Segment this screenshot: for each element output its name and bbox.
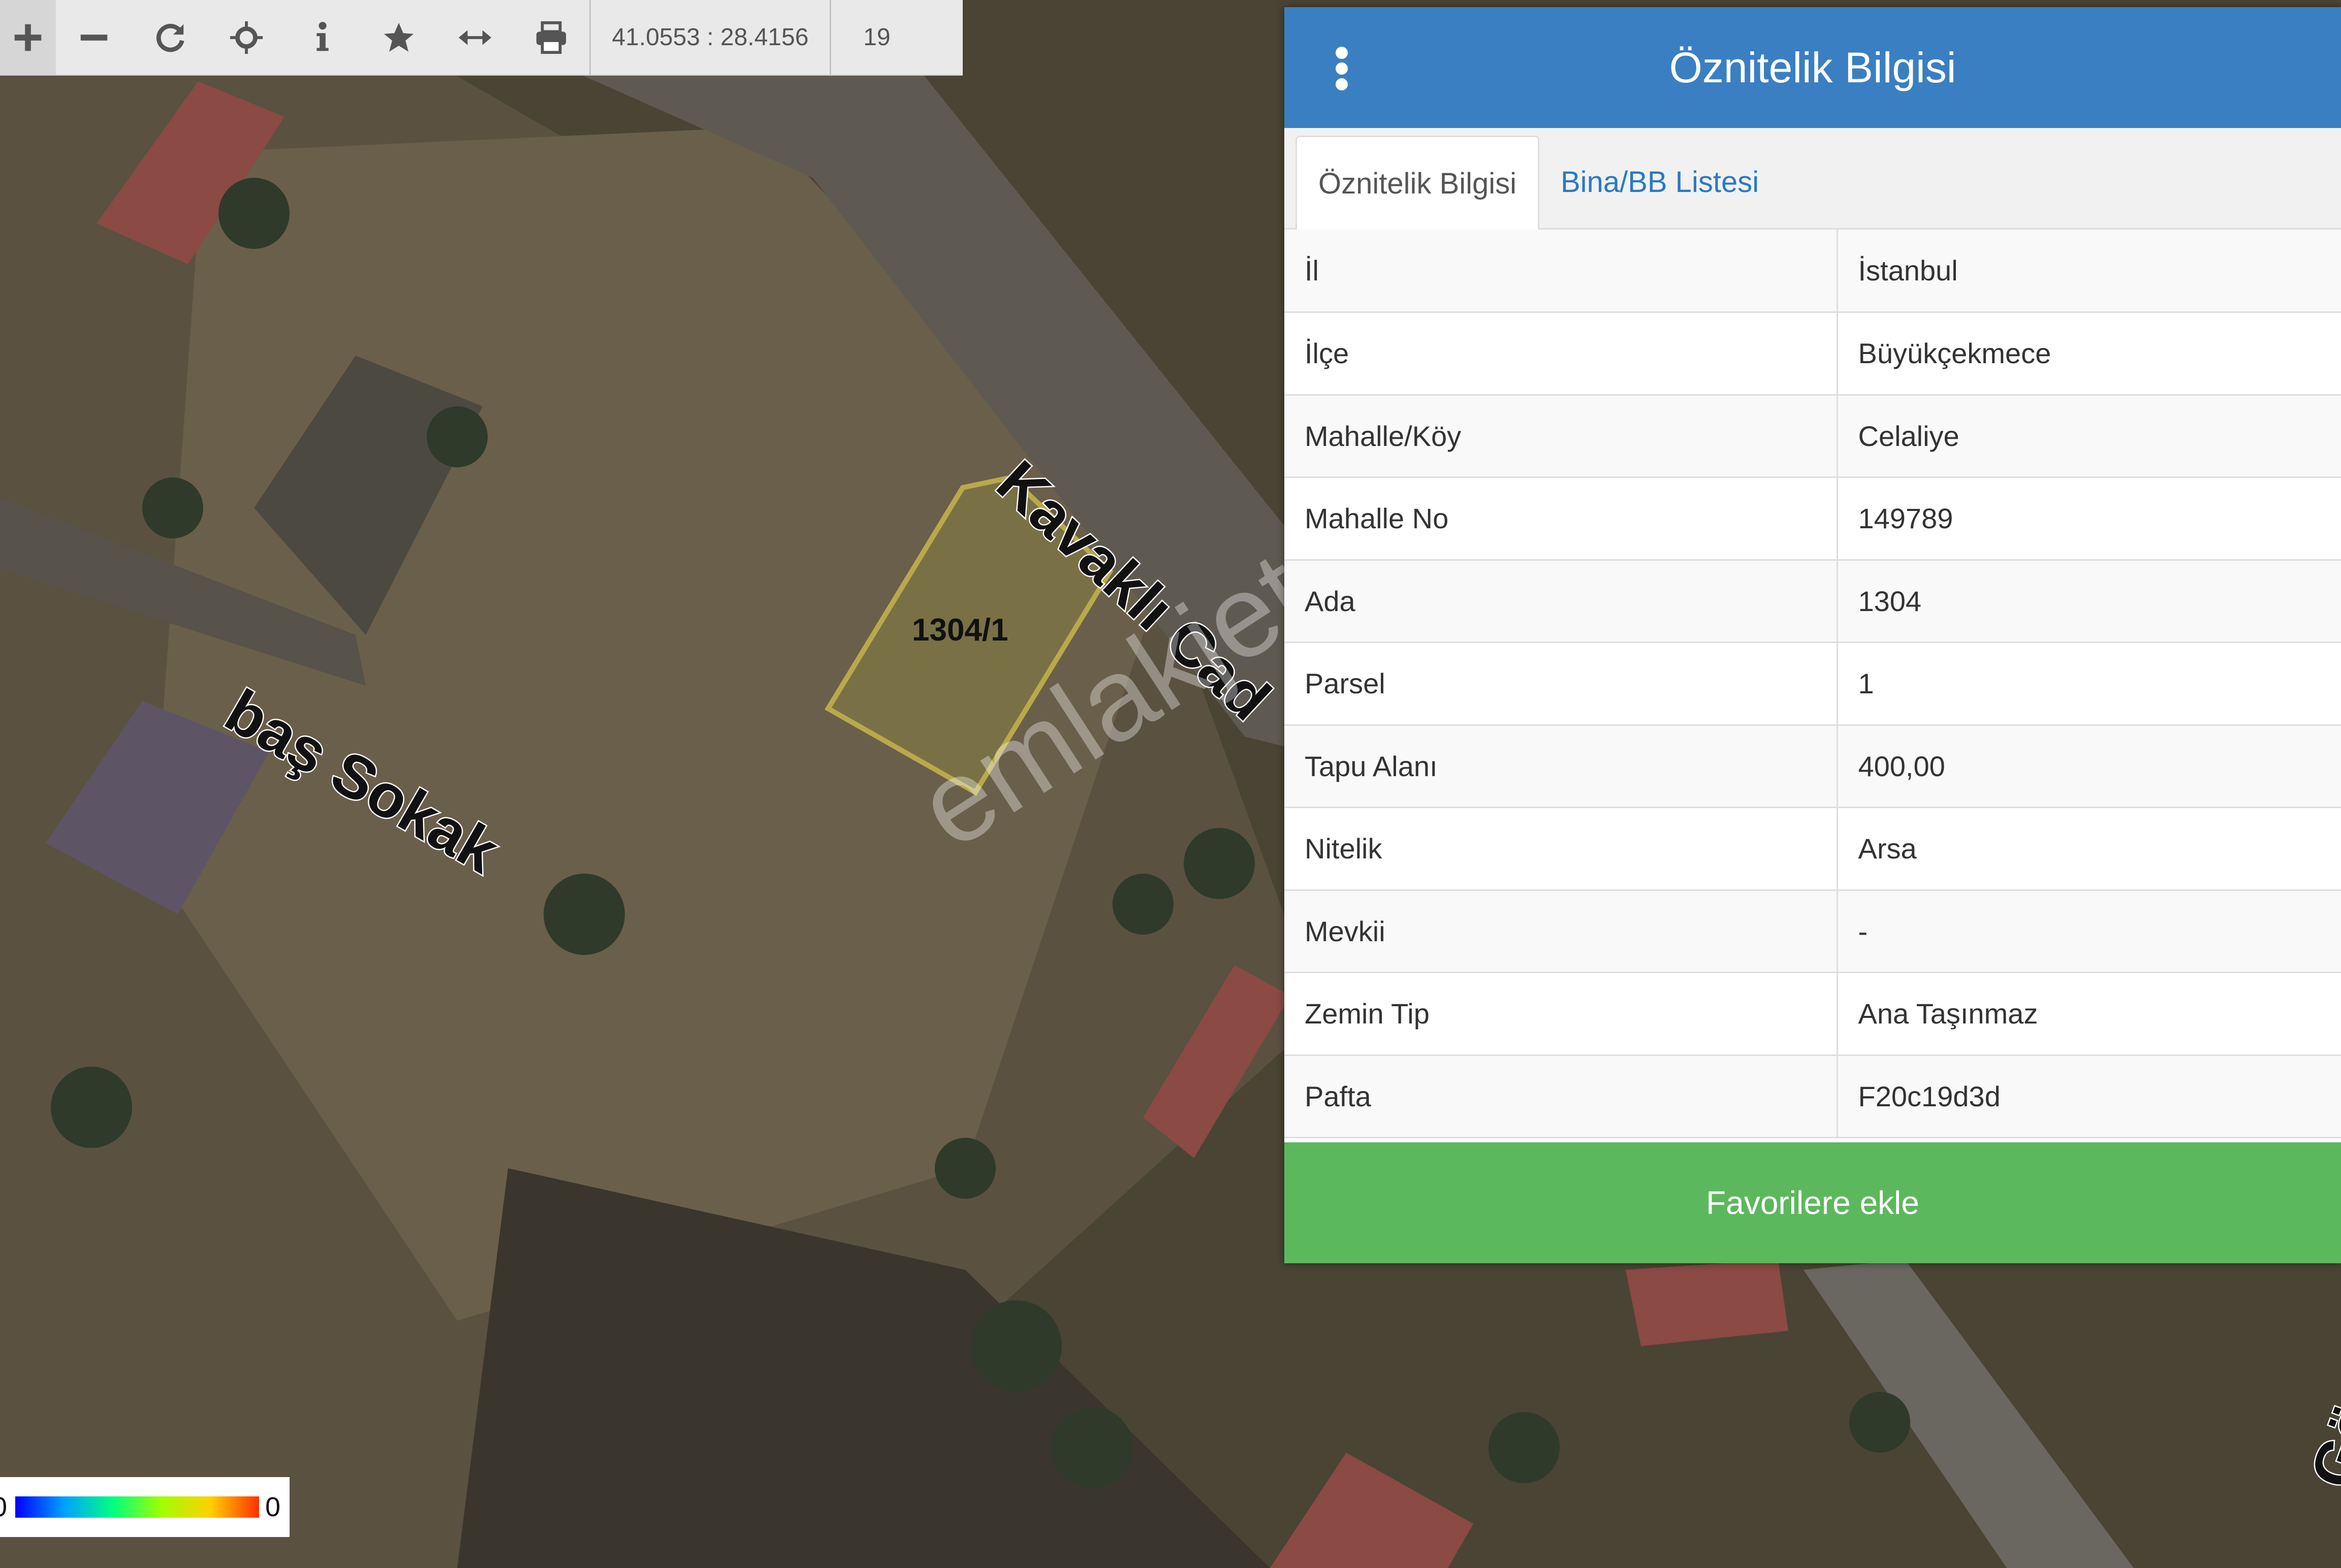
row-key: Tapu Alanı: [1284, 725, 1838, 808]
table-row: Mahalle/Köy Celaliye: [1284, 395, 2341, 478]
row-value: Ana Taşınmaz: [1837, 972, 2341, 1056]
row-key: Mahalle No: [1284, 477, 1838, 561]
panel-title: Öznitelik Bilgisi: [1669, 43, 1956, 91]
table-row: Mevkii -: [1284, 890, 2341, 973]
row-value: 400,00: [1837, 725, 2341, 808]
plus-icon: [14, 24, 42, 51]
row-key: Parsel: [1284, 642, 1838, 726]
info-button[interactable]: [284, 0, 361, 75]
legend-min: 0: [0, 1491, 7, 1523]
row-value: -: [1837, 890, 2341, 973]
arrows-horizontal-icon: [458, 29, 492, 45]
locate-button[interactable]: [208, 0, 284, 75]
row-key: Zemin Tip: [1284, 972, 1838, 1056]
row-key: Ada: [1284, 560, 1838, 643]
refresh-button[interactable]: [132, 0, 208, 75]
row-value: 149789: [1837, 477, 2341, 561]
legend-max: 0: [265, 1492, 281, 1522]
tab-building-list[interactable]: Bina/BB Listesi: [1539, 136, 1780, 228]
panel-tabs: Öznitelik Bilgisi Bina/BB Listesi: [1284, 128, 2341, 230]
row-value: 1304: [1837, 560, 2341, 643]
favorite-button[interactable]: [361, 0, 437, 75]
table-row: Zemin Tip Ana Taşınmaz: [1284, 972, 2341, 1056]
menu-dots-icon[interactable]: [1333, 47, 1351, 90]
refresh-icon: [156, 23, 184, 52]
row-key: İl: [1284, 230, 1838, 313]
panel-header: Öznitelik Bilgisi: [1284, 7, 2341, 128]
star-icon: [384, 22, 414, 52]
tab-attributes[interactable]: Öznitelik Bilgisi: [1295, 136, 1539, 230]
row-value: F20c19d3d: [1837, 1055, 2341, 1138]
row-key: İlçe: [1284, 312, 1838, 396]
legend-gradient: [15, 1496, 259, 1518]
table-row: İlçe Büyükçekmece: [1284, 312, 2341, 396]
row-value: İstanbul: [1837, 230, 2341, 313]
table-row: Ada 1304: [1284, 560, 2341, 643]
row-value: Büyükçekmece: [1837, 312, 2341, 396]
table-row: Nitelik Arsa: [1284, 807, 2341, 891]
zoom-level: 19: [863, 24, 891, 51]
table-row: Tapu Alanı 400,00: [1284, 725, 2341, 808]
minus-icon: [80, 34, 108, 41]
color-legend: 0 0: [0, 1477, 290, 1537]
parcel-label: 1304/1: [912, 613, 1008, 648]
table-row: Pafta F20c19d3d: [1284, 1055, 2341, 1138]
row-value: Arsa: [1837, 807, 2341, 891]
row-key: Mahalle/Köy: [1284, 395, 1838, 478]
table-row: Parsel 1: [1284, 642, 2341, 726]
info-icon: [317, 21, 329, 51]
row-value: Celaliye: [1837, 395, 2341, 478]
row-key: Mevkii: [1284, 890, 1838, 973]
row-key: Pafta: [1284, 1055, 1838, 1138]
attribute-panel: Öznitelik Bilgisi Öznitelik Bilgisi Bina…: [1284, 7, 2341, 1263]
print-button[interactable]: [513, 0, 589, 75]
table-row: İl İstanbul: [1284, 230, 2341, 313]
zoom-in-button[interactable]: [0, 0, 56, 75]
map-toolbar: 41.0553 : 28.4156 19: [0, 0, 963, 76]
add-to-favorites-button[interactable]: Favorilere ekle: [1284, 1142, 2341, 1263]
row-value: 1: [1837, 642, 2341, 726]
attribute-table: İl İstanbul İlçe Büyükçekmece Mahalle/Köy C…: [1284, 230, 2341, 1138]
print-icon: [536, 21, 566, 54]
coordinate-readout: 41.0553 : 28.4156: [612, 24, 809, 51]
zoom-out-button[interactable]: [56, 0, 132, 75]
row-key: Nitelik: [1284, 807, 1838, 891]
measure-button[interactable]: [437, 0, 513, 75]
table-row: Mahalle No 149789: [1284, 477, 2341, 561]
crosshair-icon: [230, 21, 263, 54]
